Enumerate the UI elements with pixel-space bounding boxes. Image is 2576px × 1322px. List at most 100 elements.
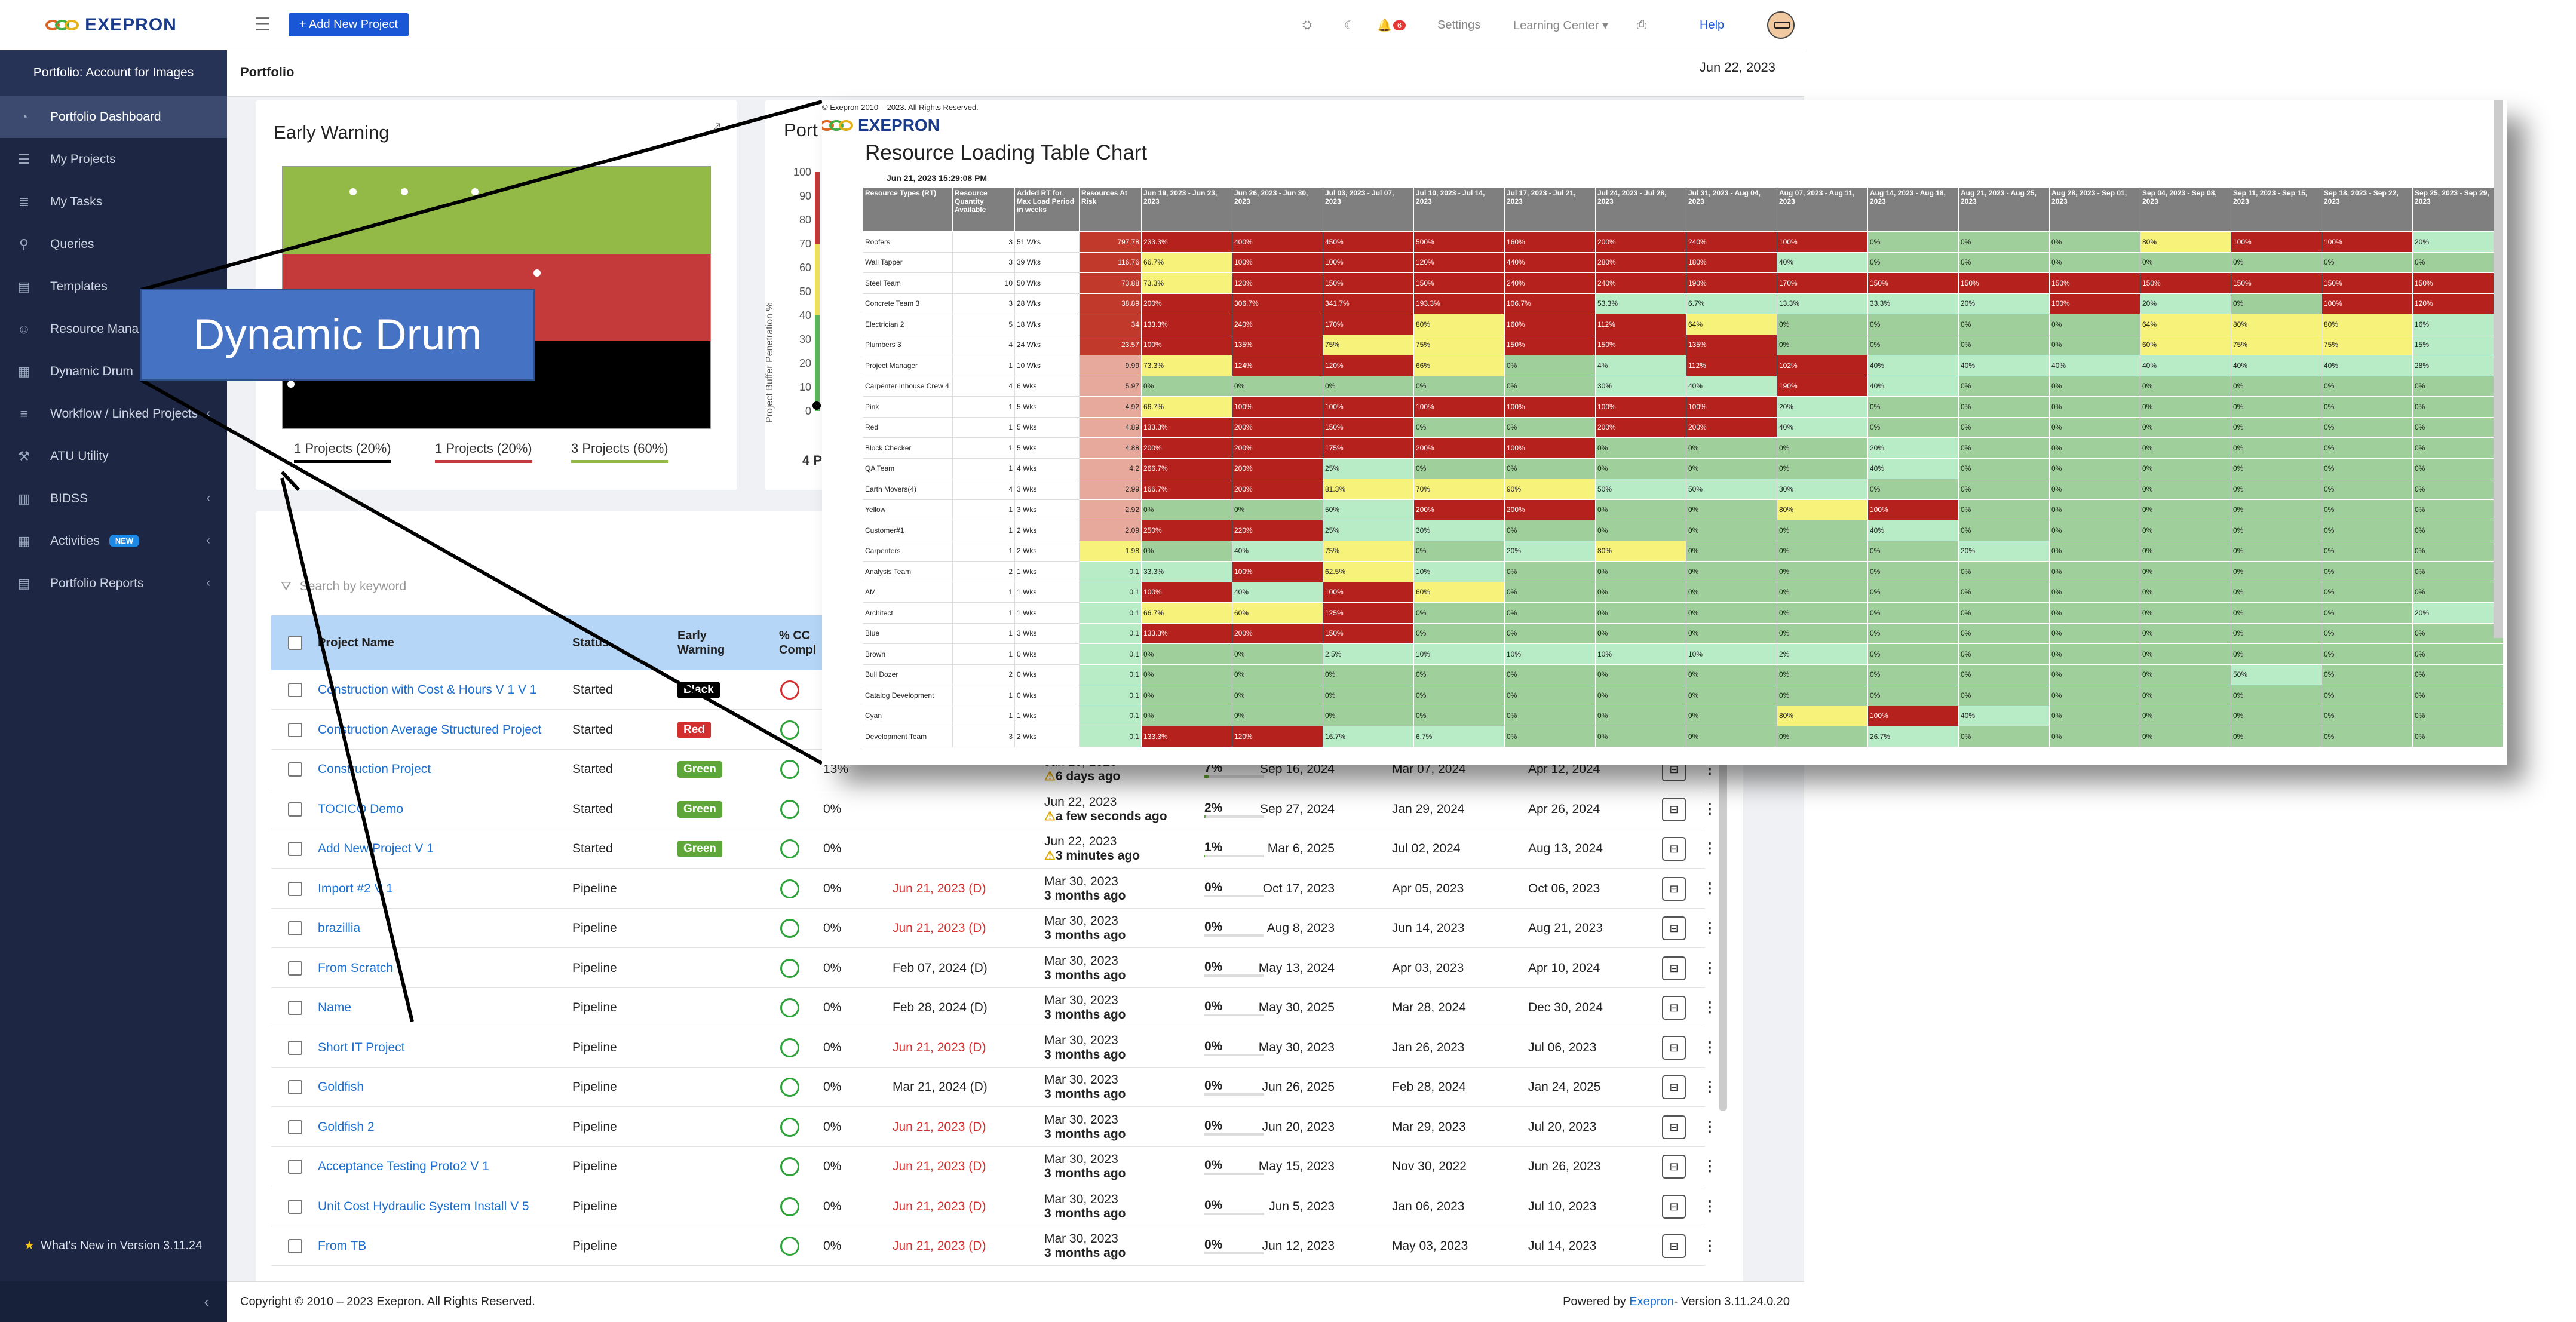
print-icon[interactable]: ⎙ xyxy=(1637,0,1646,50)
table-row[interactable]: Electrician 2 5 18 Wks 34 133.3% 240% 170% 80% 1… xyxy=(863,314,2504,335)
legend-item[interactable]: 3 Projects (60%) xyxy=(571,441,668,463)
sidebar-item-portfolio-reports[interactable]: ▤ Portfolio Reports ‹ xyxy=(0,562,227,605)
hamburger-menu-icon[interactable]: ☰ xyxy=(254,14,271,35)
project-dot[interactable] xyxy=(401,188,408,195)
project-name-link[interactable]: Short IT Project xyxy=(318,1028,563,1068)
gantt-icon[interactable]: ⊟ xyxy=(1662,1155,1686,1179)
row-checkbox[interactable] xyxy=(288,710,302,750)
gantt-icon[interactable]: ⊟ xyxy=(1662,837,1686,861)
table-row[interactable]: Concrete Team 3 3 28 Wks 38.89 200% 306.7% 341… xyxy=(863,293,2504,314)
project-name-link[interactable]: Acceptance Testing Proto2 V 1 xyxy=(318,1147,563,1186)
row-checkbox[interactable] xyxy=(288,1226,302,1266)
table-row[interactable]: Catalog Development 1 0 Wks 0.1 0% 0% 0% 0% 0% 0%… xyxy=(863,685,2504,706)
sidebar-item-my-tasks[interactable]: ≣ My Tasks xyxy=(0,180,227,223)
table-row[interactable]: QA Team 1 4 Wks 4.2 266.7% 200% 25% 0% 0% 0% 0% 0% 4… xyxy=(863,458,2504,479)
column-status[interactable]: Status xyxy=(572,615,609,670)
table-row[interactable]: Analysis Team 2 1 Wks 0.1 33.3% 100% 62.5% 10% 0… xyxy=(863,561,2504,582)
table-row[interactable]: Blue 1 3 Wks 0.1 133.3% 200% 150% 0% 0% 0% 0% 0% 0% 0… xyxy=(863,622,2504,644)
project-name-link[interactable]: brazillia xyxy=(318,909,563,948)
sidebar-item-portfolio-dashboard[interactable]: ◔ Portfolio Dashboard xyxy=(0,96,227,138)
whats-new-link[interactable]: ★ What's New in Version 3.11.24 xyxy=(24,1238,202,1253)
row-checkbox[interactable] xyxy=(288,750,302,789)
table-row[interactable]: Yellow 1 3 Wks 2.92 0% 0% 50% 200% 200% 0% 0% 80% 10… xyxy=(863,499,2504,520)
more-menu-icon[interactable]: ⋮ xyxy=(1703,1187,1717,1226)
translate-icon[interactable]: ⛭ xyxy=(1302,0,1312,50)
exepron-link[interactable]: Exepron xyxy=(1629,1295,1674,1308)
table-row[interactable]: Import #2 V 1 Pipeline 0% Jun 21, 2023 (D) M… xyxy=(271,869,1717,909)
gantt-icon[interactable]: ⊟ xyxy=(1662,1194,1686,1219)
project-name-link[interactable]: Name xyxy=(318,988,563,1027)
table-row[interactable]: Project Manager 1 10 Wks 9.99 73.3% 124% 120% 6… xyxy=(863,355,2504,376)
table-row[interactable]: Add New Project V 1 Started Green 0% Jun 22,… xyxy=(271,829,1717,869)
project-dot[interactable] xyxy=(471,188,479,195)
table-row[interactable]: TOCICO Demo Started Green 0% Jun 22, 2023 ⚠a … xyxy=(271,789,1717,829)
table-row[interactable]: Carpenter Inhouse Crew 446 Wks 5.97 0% 0% 0%… xyxy=(863,375,2504,397)
more-menu-icon[interactable]: ⋮ xyxy=(1703,1226,1717,1266)
sidebar-item-workflow-linked-projects[interactable]: ≡ Workflow / Linked Projects ‹ xyxy=(0,392,227,435)
project-name-link[interactable]: Goldfish xyxy=(318,1068,563,1107)
gantt-icon[interactable]: ⊟ xyxy=(1662,996,1686,1020)
row-checkbox[interactable] xyxy=(288,869,302,909)
project-dot[interactable] xyxy=(533,269,541,277)
sidebar-item-my-projects[interactable]: ☰ My Projects xyxy=(0,138,227,180)
project-point[interactable] xyxy=(812,401,821,410)
project-name-link[interactable]: Goldfish 2 xyxy=(318,1108,563,1147)
legend-item[interactable]: 1 Projects (20%) xyxy=(294,441,391,463)
sidebar-item-activities[interactable]: ▦ Activities NEW ‹ xyxy=(0,520,227,562)
project-name-link[interactable]: From Scratch xyxy=(318,949,563,988)
table-row[interactable]: Unit Cost Hydraulic System Install V 5 Pi… xyxy=(271,1186,1717,1226)
gantt-icon[interactable]: ⊟ xyxy=(1662,1075,1686,1099)
more-menu-icon[interactable]: ⋮ xyxy=(1703,909,1717,948)
row-checkbox[interactable] xyxy=(288,1028,302,1068)
gantt-icon[interactable]: ⊟ xyxy=(1662,1115,1686,1139)
more-menu-icon[interactable]: ⋮ xyxy=(1703,790,1717,829)
table-row[interactable]: Wall Tapper 3 39 Wks 116.76 66.7% 100% 100% 120… xyxy=(863,251,2504,273)
row-checkbox[interactable] xyxy=(288,1068,302,1107)
more-menu-icon[interactable]: ⋮ xyxy=(1703,869,1717,909)
table-row[interactable]: Red 1 5 Wks 4.89 133.3% 200% 150% 0% 0% 200% 200% 4… xyxy=(863,416,2504,438)
gantt-icon[interactable]: ⊟ xyxy=(1662,916,1686,940)
row-checkbox[interactable] xyxy=(288,1187,302,1226)
resource-loading-chart-window[interactable]: © Exepron 2010 – 2023. All Rights Reserv… xyxy=(822,100,2507,765)
column-project-name[interactable]: Project Name xyxy=(318,615,394,670)
table-row[interactable]: Roofers 3 51 Wks 797.78 233.3% 400% 450% 500% 16… xyxy=(863,231,2504,253)
project-dot[interactable] xyxy=(287,381,295,388)
row-checkbox[interactable] xyxy=(288,829,302,869)
more-menu-icon[interactable]: ⋮ xyxy=(1703,1147,1717,1186)
table-row[interactable]: Customer#1 1 2 Wks 2.09 250% 220% 25% 30% 0% 0% 0%… xyxy=(863,520,2504,541)
table-row[interactable]: Short IT Project Pipeline 0% Jun 21, 2023 (… xyxy=(271,1027,1717,1068)
expand-icon[interactable]: ⤢ xyxy=(709,121,720,137)
row-checkbox[interactable] xyxy=(288,1147,302,1186)
project-dot[interactable] xyxy=(349,188,357,195)
project-name-link[interactable]: Construction Average Structured Project xyxy=(318,710,563,750)
project-name-link[interactable]: From TB xyxy=(318,1226,563,1266)
more-menu-icon[interactable]: ⋮ xyxy=(1703,949,1717,988)
table-row[interactable]: brazillia Pipeline 0% Jun 21, 2023 (D) Mar 3… xyxy=(271,909,1717,948)
account-name[interactable]: Portfolio: Account for Images xyxy=(0,50,227,96)
table-row[interactable]: Goldfish Pipeline 0% Mar 21, 2024 (D) Mar 30… xyxy=(271,1068,1717,1107)
table-row[interactable]: Architect 1 1 Wks 0.1 66.7% 60% 125% 0% 0% 0% 0% 0%… xyxy=(863,602,2504,624)
dark-mode-icon[interactable]: ☾ xyxy=(1344,0,1355,50)
table-row[interactable]: Plumbers 3 4 24 Wks 23.57 100% 135% 75% 75% 150%… xyxy=(863,334,2504,355)
settings-link[interactable]: Settings xyxy=(1437,0,1480,50)
search-box[interactable]: ⛛ Search by keyword xyxy=(281,579,406,594)
collapse-sidebar-button[interactable]: ‹ xyxy=(0,1281,227,1322)
table-row[interactable]: Development Team 3 2 Wks 0.1 133.3% 120% 16.7%… xyxy=(863,726,2504,747)
gantt-icon[interactable]: ⊟ xyxy=(1662,1035,1686,1060)
row-checkbox[interactable] xyxy=(288,1108,302,1147)
help-link[interactable]: Help xyxy=(1700,0,1724,50)
more-menu-icon[interactable]: ⋮ xyxy=(1703,829,1717,869)
add-new-project-button[interactable]: + Add New Project xyxy=(288,13,409,36)
row-checkbox[interactable] xyxy=(288,988,302,1027)
project-name-link[interactable]: Construction with Cost & Hours V 1 V 1 xyxy=(318,670,563,710)
column-early-warning[interactable]: Early Warning xyxy=(677,615,737,670)
table-row[interactable]: AM 1 1 Wks 0.1 100% 40% 100% 60% 0% 0% 0% 0% 0% 0% 0% 0… xyxy=(863,581,2504,603)
table-row[interactable]: Pink 1 5 Wks 4.92 66.7% 100% 100% 100% 100% 100% 1… xyxy=(863,396,2504,418)
sidebar-item-bidss[interactable]: ▥ BIDSS ‹ xyxy=(0,477,227,520)
user-avatar[interactable] xyxy=(1767,11,1795,39)
more-menu-icon[interactable]: ⋮ xyxy=(1703,1068,1717,1107)
table-row[interactable]: Name Pipeline 0% Feb 28, 2024 (D) Mar 30, 20… xyxy=(271,988,1717,1027)
notifications-button[interactable]: 🔔 6 xyxy=(1377,0,1406,50)
table-row[interactable]: Carpenters 1 2 Wks 1.98 0% 40% 75% 0% 20% 80% 0% 0%… xyxy=(863,540,2504,562)
chart-scrollbar[interactable] xyxy=(2494,100,2503,638)
